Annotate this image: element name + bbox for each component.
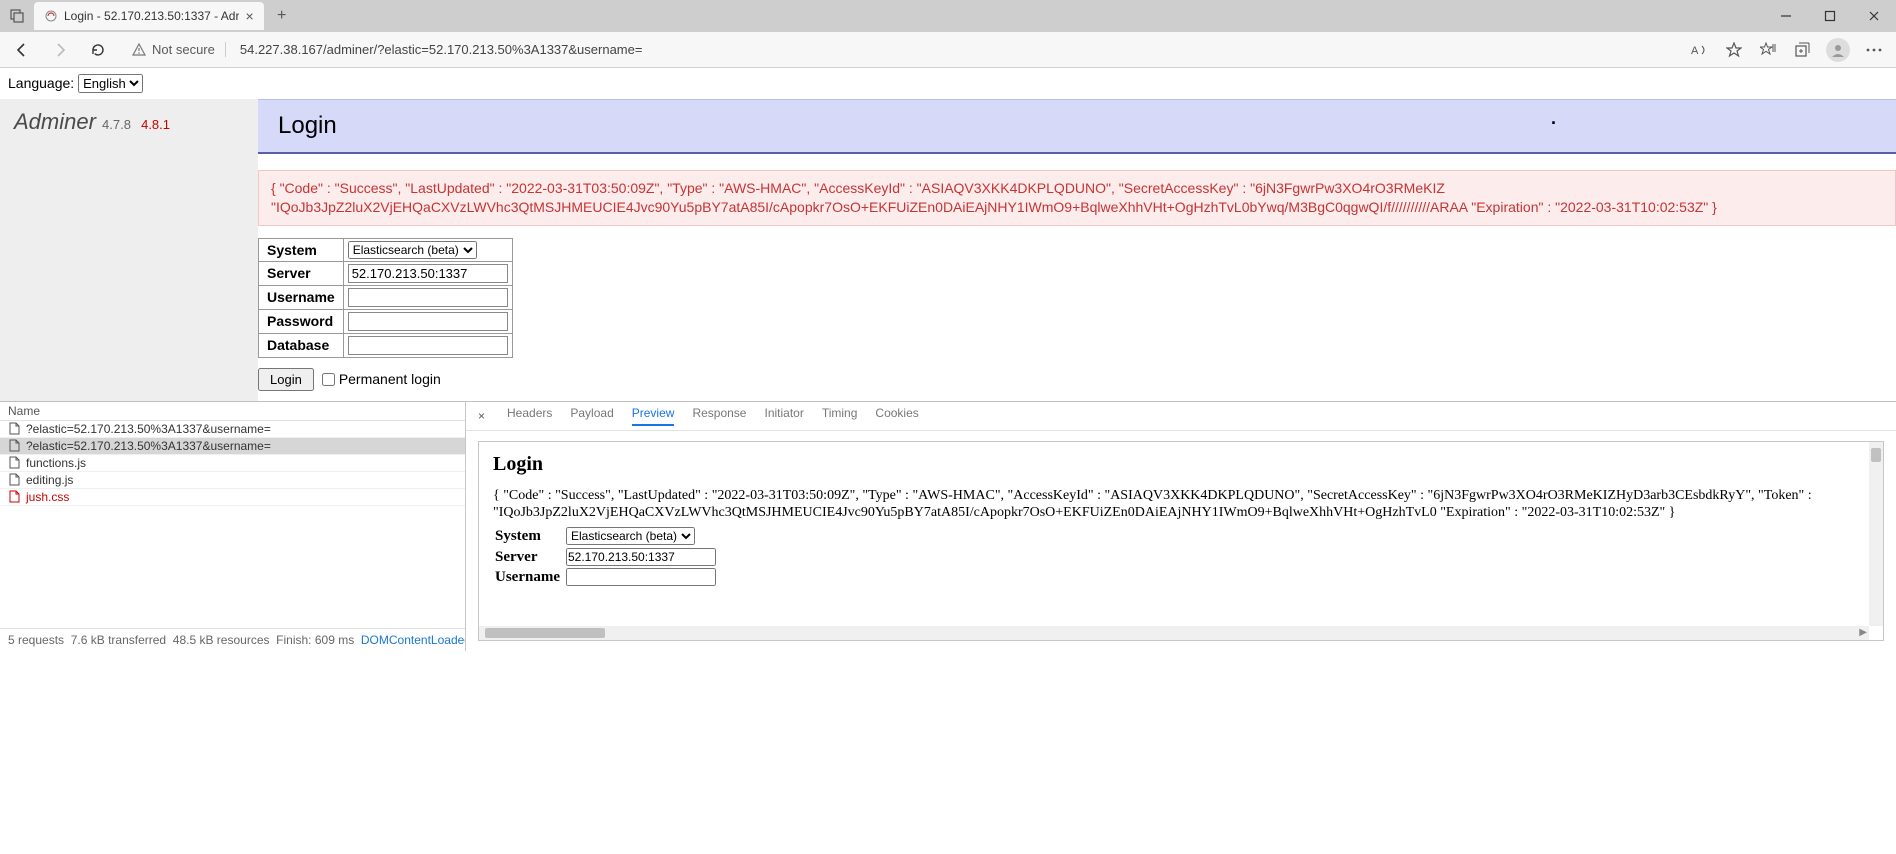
password-input[interactable] [348, 312, 508, 331]
header-dot: . [1551, 108, 1556, 129]
preview-server-label: Server [493, 547, 566, 568]
brand: Adminer 4.7.8 4.8.1 [14, 109, 244, 135]
brand-name: Adminer [14, 109, 96, 134]
close-window-button[interactable] [1852, 0, 1896, 32]
devtools-tab-response[interactable]: Response [692, 406, 746, 426]
tab-close-icon[interactable]: × [245, 9, 253, 23]
tab-actions-icon[interactable] [4, 3, 30, 29]
network-row-name: editing.js [26, 473, 73, 487]
not-secure-badge[interactable]: Not secure [132, 42, 215, 57]
devtools-tabs: × Headers Payload Preview Response Initiator… [466, 402, 1896, 431]
server-input[interactable] [348, 264, 508, 283]
username-input[interactable] [348, 288, 508, 307]
permanent-login-label[interactable]: Permanent login [322, 371, 441, 387]
network-name-header[interactable]: Name [0, 402, 465, 421]
network-row[interactable]: ?elastic=52.170.213.50%3A1337&username= [0, 438, 465, 455]
tab-strip: Login - 52.170.213.50:1337 - Adr × + [0, 0, 1896, 32]
system-select[interactable]: Elasticsearch (beta) [348, 241, 477, 259]
login-button[interactable] [258, 368, 314, 391]
profile-avatar[interactable] [1826, 38, 1850, 62]
content: Login . { "Code" : "Success", "LastUpdat… [258, 99, 1896, 401]
network-row[interactable]: functions.js [0, 455, 465, 472]
css-file-icon [8, 491, 20, 503]
devtools-preview-pane: Login { "Code" : "Success", "LastUpdated… [478, 441, 1884, 641]
not-secure-label: Not secure [152, 42, 215, 57]
brand-version-current: 4.7.8 [102, 117, 131, 132]
preview-username-label: Username [493, 567, 566, 588]
preview-credentials-text: { "Code" : "Success", "LastUpdated" : "2… [493, 487, 1869, 522]
js-file-icon [8, 457, 20, 469]
address-bar: Not secure 54.227.38.167/adminer/?elasti… [0, 32, 1896, 68]
doc-file-icon [8, 423, 20, 435]
devtools-close-detail-icon[interactable]: × [478, 409, 489, 423]
brand-version-latest[interactable]: 4.8.1 [141, 117, 170, 132]
database-label: Database [259, 333, 344, 357]
devtools-tab-headers[interactable]: Headers [507, 406, 552, 426]
js-file-icon [8, 474, 20, 486]
devtools-network-list: Name ?elastic=52.170.213.50%3A1337&usern… [0, 402, 466, 651]
sidebar: Adminer 4.7.8 4.8.1 [0, 99, 258, 401]
tab-title: Login - 52.170.213.50:1337 - Adr [64, 9, 239, 23]
permanent-login-checkbox[interactable] [322, 373, 335, 386]
svg-text:A: A [1691, 45, 1699, 57]
forward-button[interactable] [46, 36, 74, 64]
collections-icon[interactable] [1792, 40, 1812, 60]
network-status-bar: 5 requests 7.6 kB transferred 48.5 kB re… [0, 628, 465, 651]
preview-username-input[interactable] [566, 568, 716, 586]
preview-title: Login [493, 452, 1869, 477]
window-controls [1764, 0, 1896, 32]
devtools-tab-cookies[interactable]: Cookies [875, 406, 918, 426]
browser-tab[interactable]: Login - 52.170.213.50:1337 - Adr × [34, 2, 264, 30]
page-body: Language: English Adminer 4.7.8 4.8.1 Lo… [0, 68, 1896, 401]
login-form: System Elasticsearch (beta) Server Usern… [258, 238, 1896, 401]
system-label: System [259, 238, 344, 261]
devtools: Name ?elastic=52.170.213.50%3A1337&usern… [0, 401, 1896, 651]
network-row-name: jush.css [26, 490, 69, 504]
devtools-tab-payload[interactable]: Payload [570, 406, 613, 426]
preview-system-label: System [493, 526, 566, 547]
warning-icon [132, 43, 146, 57]
error-message: { "Code" : "Success", "LastUpdated" : "2… [258, 170, 1896, 226]
network-row[interactable]: ?elastic=52.170.213.50%3A1337&username= [0, 421, 465, 438]
favorite-icon[interactable] [1724, 40, 1744, 60]
tab-favicon-icon [44, 9, 58, 23]
devtools-tab-timing[interactable]: Timing [822, 406, 858, 426]
language-select[interactable]: English [78, 74, 143, 93]
doc-file-icon [8, 440, 20, 452]
refresh-button[interactable] [84, 36, 112, 64]
url-text: 54.227.38.167/adminer/?elastic=52.170.21… [225, 42, 643, 57]
language-label: Language: [8, 75, 74, 91]
minimize-button[interactable] [1764, 0, 1808, 32]
preview-scrollbar-horizontal[interactable]: ▶ [479, 626, 1869, 640]
network-row[interactable]: editing.js [0, 472, 465, 489]
more-icon[interactable] [1864, 40, 1884, 60]
network-row-name: ?elastic=52.170.213.50%3A1337&username= [26, 439, 271, 453]
server-label: Server [259, 261, 344, 285]
toolbar-right: A [1690, 38, 1888, 62]
page-header: Login . [258, 99, 1896, 154]
url-field[interactable]: Not secure 54.227.38.167/adminer/?elasti… [122, 36, 1680, 64]
preview-scrollbar-vertical[interactable] [1869, 442, 1883, 626]
preview-system-select[interactable]: Elasticsearch (beta) [566, 527, 695, 545]
new-tab-button[interactable]: + [268, 2, 296, 30]
devtools-tab-initiator[interactable]: Initiator [764, 406, 803, 426]
password-label: Password [259, 309, 344, 333]
network-row-name: ?elastic=52.170.213.50%3A1337&username= [26, 422, 271, 436]
network-row-name: functions.js [26, 456, 86, 470]
language-row: Language: English [0, 68, 1896, 99]
preview-server-input[interactable] [566, 548, 716, 566]
maximize-button[interactable] [1808, 0, 1852, 32]
username-label: Username [259, 285, 344, 309]
devtools-detail: × Headers Payload Preview Response Initiator… [466, 402, 1896, 651]
back-button[interactable] [8, 36, 36, 64]
read-aloud-icon[interactable]: A [1690, 40, 1710, 60]
devtools-tab-preview[interactable]: Preview [632, 406, 675, 426]
favorites-bar-icon[interactable] [1758, 40, 1778, 60]
database-input[interactable] [348, 336, 508, 355]
browser-chrome: Login - 52.170.213.50:1337 - Adr × + Not… [0, 0, 1896, 68]
page-title: Login [278, 112, 1876, 140]
network-row[interactable]: jush.css [0, 489, 465, 506]
